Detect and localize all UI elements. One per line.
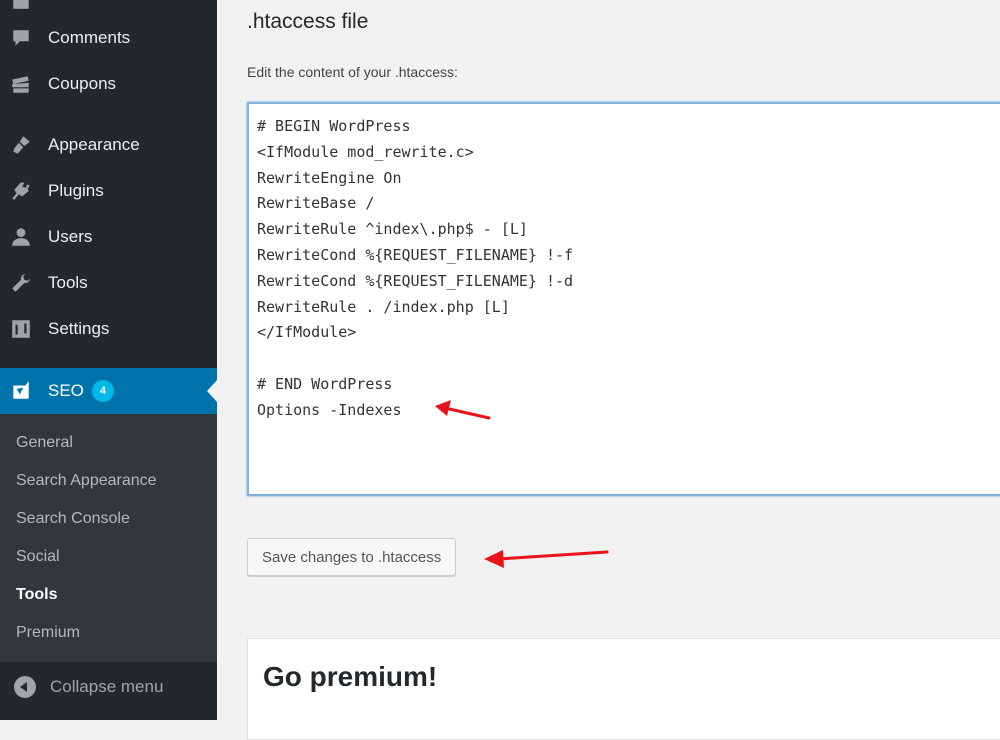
sidebar-item-label: Users (48, 227, 93, 246)
admin-sidebar: Comments Coupons Appearance Plugins User… (0, 0, 217, 720)
sidebar-item-label: Appearance (48, 135, 140, 154)
submenu-search-console[interactable]: Search Console (16, 510, 130, 528)
collapse-arrow-icon (14, 676, 36, 698)
paintbrush-icon (10, 134, 32, 156)
save-htaccess-button[interactable]: Save changes to .htaccess (247, 538, 457, 576)
user-icon (10, 226, 32, 248)
sidebar-item-users[interactable]: Users (0, 217, 217, 257)
collapse-menu-button[interactable]: Collapse menu (0, 662, 217, 712)
sidebar-item-settings[interactable]: Settings (0, 309, 217, 349)
sidebar-item-plugins[interactable]: Plugins (0, 171, 217, 211)
section-title: .htaccess file (247, 10, 369, 33)
submenu-general[interactable]: General (16, 434, 73, 452)
sidebar-item-tools[interactable]: Tools (0, 263, 217, 303)
sidebar-item-label: Tools (48, 273, 88, 292)
premium-title: Go premium! (263, 661, 438, 692)
section-description: Edit the content of your .htaccess: (247, 64, 458, 80)
yoast-icon (10, 380, 32, 402)
annotation-arrow-options (435, 400, 491, 420)
sidebar-item-coupons[interactable]: Coupons (0, 64, 217, 104)
go-premium-box: Go premium! (247, 638, 1000, 740)
collapse-menu-label: Collapse menu (50, 677, 164, 696)
sidebar-item-label: Comments (48, 28, 131, 47)
sidebar-item-label: Settings (48, 319, 110, 338)
submenu-search-appearance[interactable]: Search Appearance (16, 472, 157, 490)
sidebar-item-label: SEO (48, 381, 84, 400)
sidebar-item-seo[interactable]: SEO 4 (0, 368, 217, 414)
sidebar-item-label: Coupons (48, 74, 117, 93)
sidebar-item-partial[interactable] (0, 0, 217, 20)
sidebar-item-appearance[interactable]: Appearance (0, 125, 217, 165)
annotation-arrow-save (484, 550, 609, 568)
page-icon (10, 0, 32, 11)
coupons-icon (10, 73, 32, 95)
wrench-icon (10, 272, 32, 294)
seo-submenu: General Search Appearance Search Console… (0, 414, 217, 662)
current-menu-pointer (207, 380, 217, 402)
comment-icon (10, 27, 32, 49)
notification-badge: 4 (91, 380, 114, 402)
submenu-tools[interactable]: Tools (16, 586, 57, 604)
main-content: .htaccess file Edit the content of your … (217, 0, 1000, 740)
submenu-premium[interactable]: Premium (16, 624, 80, 642)
submenu-social[interactable]: Social (16, 548, 60, 566)
sidebar-item-comments[interactable]: Comments (0, 18, 217, 58)
settings-icon (10, 318, 32, 340)
sidebar-item-label: Plugins (48, 181, 104, 200)
htaccess-editor[interactable]: # BEGIN WordPress <IfModule mod_rewrite.… (247, 102, 1000, 496)
plug-icon (10, 180, 32, 202)
